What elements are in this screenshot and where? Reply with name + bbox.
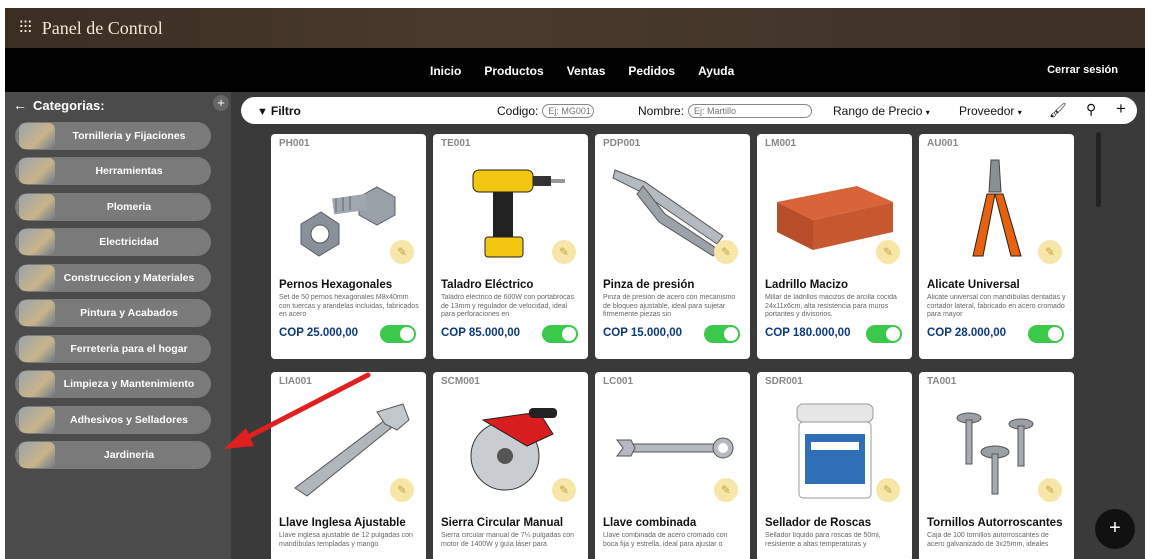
sidebar-header: ← Categorias: <box>13 97 105 113</box>
sidebar-title: Categorias: <box>33 97 105 113</box>
scrollbar-thumb[interactable] <box>1096 132 1101 207</box>
code-input[interactable] <box>542 103 595 118</box>
funnel-icon: ▼ <box>257 105 268 118</box>
chevron-down-icon: ▾ <box>925 107 930 117</box>
active-toggle[interactable] <box>542 325 578 343</box>
active-toggle[interactable] <box>704 325 740 343</box>
category-item-jardineria[interactable]: Jardineria <box>15 441 211 469</box>
price-range-dropdown[interactable]: Rango de Precio ▾ <box>833 104 930 118</box>
category-item[interactable]: Electricidad <box>15 228 211 256</box>
category-thumbnail <box>19 407 55 433</box>
edit-pencil-icon[interactable]: ✎ <box>390 240 414 264</box>
category-item[interactable]: Pintura y Acabados <box>15 299 211 327</box>
edit-pencil-icon[interactable]: ✎ <box>1038 240 1062 264</box>
edit-pencil-icon[interactable]: ✎ <box>552 478 576 502</box>
category-thumbnail <box>19 158 55 184</box>
title-bar: ⫶⫶⫶ Panel de Control <box>5 8 1145 48</box>
category-sidebar: ← Categorias: + Tornilleria y Fijaciones… <box>5 92 231 559</box>
product-card[interactable]: SDR001 ✎ Sellador de Roscas Sellador líq… <box>757 372 912 559</box>
edit-pencil-icon[interactable]: ✎ <box>876 478 900 502</box>
category-thumbnail <box>19 194 55 220</box>
sliders-icon: ⫶⫶⫶ <box>19 18 32 37</box>
edit-pencil-icon[interactable]: ✎ <box>552 240 576 264</box>
name-filter: Nombre: <box>638 103 813 118</box>
product-card[interactable]: AU001 ✎ Alicate Universal Alicate univer… <box>919 134 1074 359</box>
category-thumbnail <box>19 300 55 326</box>
edit-pencil-icon[interactable]: ✎ <box>390 478 414 502</box>
product-card[interactable]: TE001 ✎ Taladro Eléctrico Taladro eléctr… <box>433 134 588 359</box>
edit-pencil-icon[interactable]: ✎ <box>876 240 900 264</box>
category-item[interactable]: Tornilleria y Fijaciones <box>15 122 211 150</box>
add-category-button[interactable]: + <box>213 95 229 111</box>
nav-productos[interactable]: Productos <box>484 64 543 78</box>
back-arrow-icon[interactable]: ← <box>13 97 27 113</box>
name-input[interactable] <box>688 103 813 118</box>
category-item[interactable]: Plomeria <box>15 193 211 221</box>
active-toggle[interactable] <box>1028 325 1064 343</box>
app-title: Panel de Control <box>41 17 163 38</box>
edit-pencil-icon[interactable]: ✎ <box>714 478 738 502</box>
brush-icon[interactable]: 🖌 <box>1049 102 1067 119</box>
product-card[interactable]: PH001 ✎ Pernos Hexagonales Set de 50 per… <box>271 134 426 359</box>
category-item[interactable]: Herramientas <box>15 157 211 185</box>
category-thumbnail <box>19 123 55 149</box>
search-icon[interactable]: ⚲ <box>1086 101 1096 118</box>
nav-inicio[interactable]: Inicio <box>430 64 461 78</box>
active-toggle[interactable] <box>866 325 902 343</box>
edit-pencil-icon[interactable]: ✎ <box>714 240 738 264</box>
edit-pencil-icon[interactable]: ✎ <box>1038 478 1062 502</box>
category-item[interactable]: Ferreteria para el hogar <box>15 335 211 363</box>
code-filter: Codigo: <box>497 103 595 118</box>
product-card[interactable]: LC001 ✎ Llave combinada Llave combinada … <box>595 372 750 559</box>
product-card[interactable]: PDP001 ✎ Pinza de presión Pinza de presi… <box>595 134 750 359</box>
add-icon[interactable]: + <box>1116 99 1126 119</box>
product-card[interactable]: SCM001 ✎ Sierra Circular Manual Sierra c… <box>433 372 588 559</box>
product-card[interactable]: TA001 ✎ Tornillos Autorroscantes Caja de… <box>919 372 1074 559</box>
product-area: ▼Filtro Codigo: Nombre: Rango de Precio … <box>231 92 1145 559</box>
top-nav: Inicio Productos Ventas Pedidos Ayuda Ce… <box>5 48 1145 92</box>
category-thumbnail <box>19 371 55 397</box>
category-item[interactable]: Adhesivos y Selladores <box>15 406 211 434</box>
category-thumbnail <box>19 336 55 362</box>
category-thumbnail <box>19 229 55 255</box>
category-item[interactable]: Construccion y Materiales <box>15 264 211 292</box>
category-thumbnail <box>19 265 55 291</box>
add-product-button[interactable]: + <box>1095 509 1135 549</box>
product-card[interactable]: LIA001 ✎ Llave Inglesa Ajustable Llave i… <box>271 372 426 559</box>
product-card[interactable]: LM001 ✎ Ladrillo Macizo Millar de ladril… <box>757 134 912 359</box>
filter-bar: ▼Filtro Codigo: Nombre: Rango de Precio … <box>241 97 1137 124</box>
active-toggle[interactable] <box>380 325 416 343</box>
category-thumbnail <box>19 442 55 468</box>
supplier-dropdown[interactable]: Proveedor ▾ <box>959 104 1022 118</box>
nav-pedidos[interactable]: Pedidos <box>628 64 675 78</box>
nav-ayuda[interactable]: Ayuda <box>698 64 734 78</box>
category-item[interactable]: Limpieza y Mantenimiento <box>15 370 211 398</box>
filter-label[interactable]: ▼ Filtro <box>257 104 301 118</box>
logout-link[interactable]: Cerrar sesión <box>1047 64 1118 76</box>
chevron-down-icon: ▾ <box>1017 107 1022 117</box>
nav-ventas[interactable]: Ventas <box>567 64 606 78</box>
